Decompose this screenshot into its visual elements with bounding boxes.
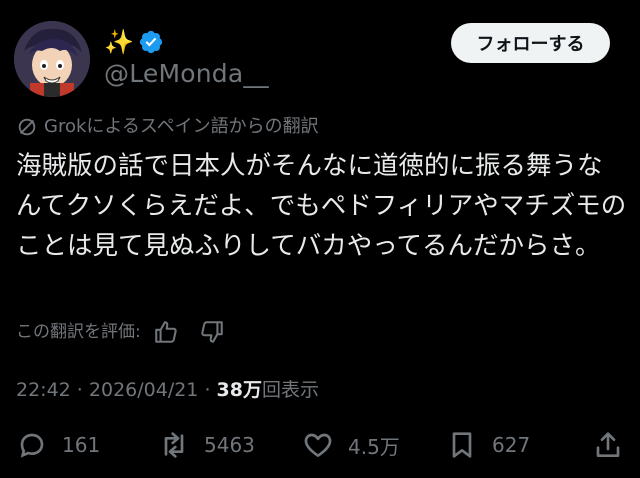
repost-count: 5463: [204, 433, 255, 457]
post-meta: 22:42 · 2026/04/21 · 38万回表示: [16, 376, 319, 404]
bookmark-button[interactable]: 627: [446, 424, 530, 466]
heart-icon: [304, 433, 332, 457]
meta-separator: ·: [198, 379, 217, 401]
thumbs-down-icon[interactable]: [199, 319, 225, 345]
rate-translation: この翻訳を評価:: [16, 318, 225, 346]
post-text: 海賊版の話で日本人がそんなに道徳的に振る舞うなんてクソくらえだよ、でもペドフィリ…: [16, 151, 627, 261]
translation-note-text: Grokによるスペイン語からの翻訳: [44, 116, 319, 137]
avatar[interactable]: [14, 21, 90, 97]
thumbs-up-icon[interactable]: [153, 319, 179, 345]
author-handle[interactable]: @LeMonda__: [104, 58, 269, 90]
verified-badge-icon: [139, 30, 162, 54]
share-button[interactable]: [592, 424, 624, 466]
share-icon: [596, 432, 620, 457]
translation-note[interactable]: Grokによるスペイン語からの翻訳: [16, 114, 319, 140]
reply-icon: [20, 433, 44, 458]
repost-icon: [164, 432, 184, 458]
bookmark-count: 627: [492, 433, 531, 457]
reply-count: 161: [62, 433, 101, 457]
follow-button[interactable]: フォローする: [451, 23, 610, 63]
post-date[interactable]: 2026/04/21: [89, 379, 199, 401]
author-name-row[interactable]: ✨: [104, 28, 164, 56]
rate-translation-label: この翻訳を評価:: [16, 322, 141, 342]
views-count[interactable]: 38万: [217, 379, 262, 401]
views-label: 回表示: [261, 379, 319, 401]
like-count: 4.5万: [348, 434, 400, 459]
reply-button[interactable]: 161: [16, 424, 100, 466]
repost-button[interactable]: 5463: [158, 424, 255, 466]
avatar-image: [14, 21, 90, 97]
meta-separator: ·: [70, 379, 89, 401]
bookmark-icon: [452, 432, 472, 458]
like-button[interactable]: 4.5万: [302, 424, 400, 466]
translate-icon: [18, 118, 36, 136]
post-time[interactable]: 22:42: [16, 379, 71, 401]
author-display-name[interactable]: ✨: [104, 28, 134, 56]
